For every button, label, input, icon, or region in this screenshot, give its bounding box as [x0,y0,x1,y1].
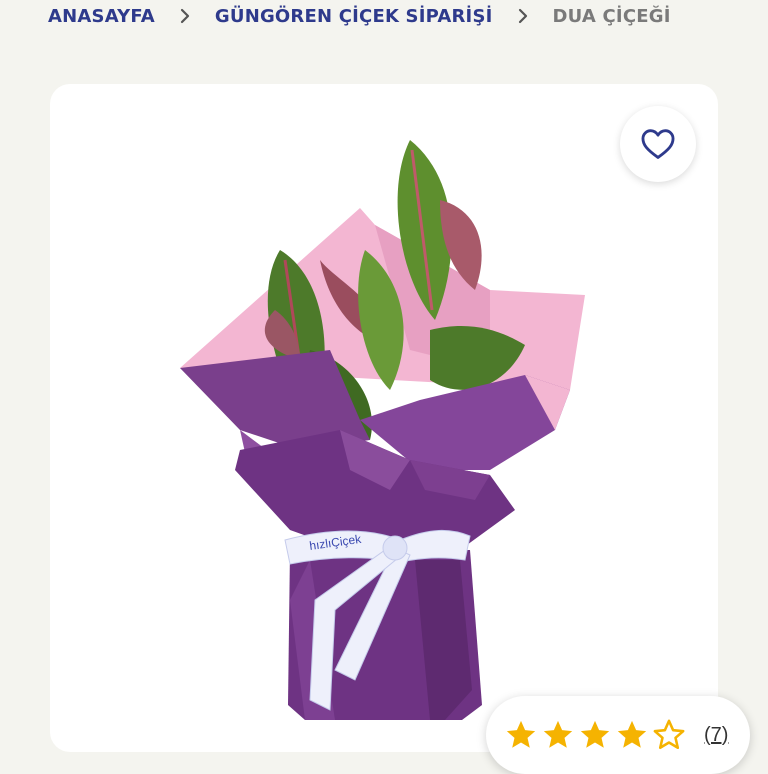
product-photo[interactable]: hızlıÇiçek [160,130,600,730]
breadcrumb-current: DUA ÇİÇEĞİ [552,5,671,27]
breadcrumb-category-link[interactable]: GÜNGÖREN ÇİÇEK SİPARİŞİ [215,6,493,27]
star-outline-icon [653,719,685,750]
chevron-right-icon [493,8,553,24]
breadcrumb: ANASAYFA GÜNGÖREN ÇİÇEK SİPARİŞİ DUA ÇİÇ… [48,0,671,32]
favorite-button[interactable] [620,106,696,182]
breadcrumb-home-link[interactable]: ANASAYFA [48,6,155,27]
review-count-link[interactable]: (7) [704,724,728,747]
star-filled-icon [543,720,573,748]
chevron-right-icon [155,8,215,24]
star-filled-icon [617,720,647,748]
rating-summary: (7) [486,696,750,774]
star-filled-icon [580,720,610,748]
rating-stars [504,718,686,752]
heart-outline-icon [641,129,675,159]
star-filled-icon [506,720,536,748]
